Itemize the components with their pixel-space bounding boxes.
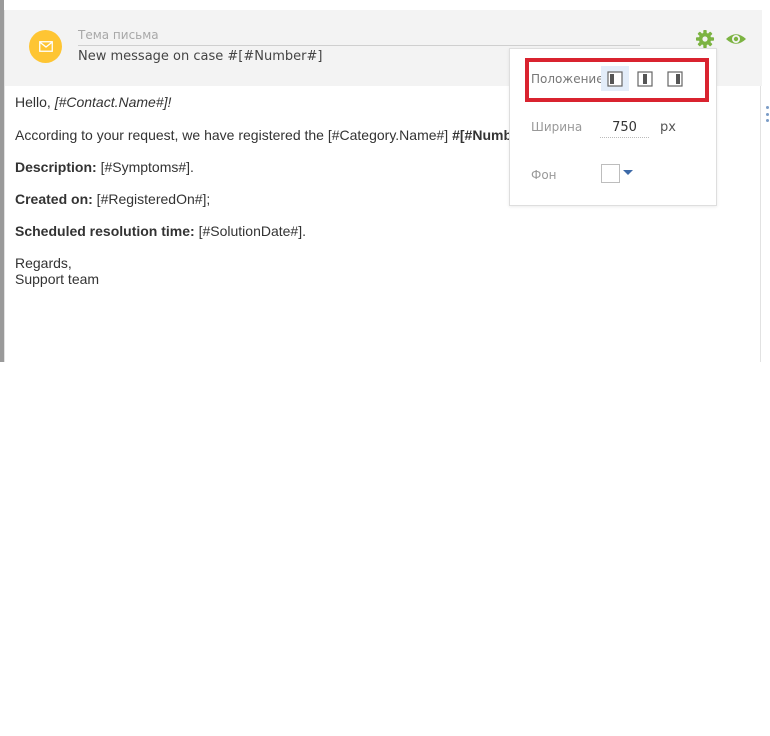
created-label: Created on: xyxy=(15,191,93,207)
chevron-down-icon[interactable] xyxy=(623,170,633,175)
subject-underline xyxy=(78,45,640,46)
width-unit-label: px xyxy=(660,120,676,135)
intro-line: According to your request, we have regis… xyxy=(15,127,512,143)
background-color-swatch[interactable] xyxy=(601,164,620,183)
greeting-text: Hello, xyxy=(15,94,55,110)
drag-dot xyxy=(766,106,769,109)
width-label: Ширина xyxy=(531,120,583,134)
signature-line: Support team xyxy=(15,271,100,287)
scheduled-value: [#SolutionDate#]. xyxy=(194,223,306,239)
created-line: Created on: [#RegisteredOn#]; xyxy=(15,191,210,207)
subject-input[interactable]: New message on case #[#Number#] xyxy=(78,49,322,64)
drag-dot xyxy=(766,112,769,116)
description-label: Description: xyxy=(15,159,97,175)
envelope-icon xyxy=(29,30,62,63)
background-label: Фон xyxy=(531,168,557,182)
description-value: [#Symptoms#]. xyxy=(96,159,194,175)
intro-text: According to your request, we have regis… xyxy=(15,127,453,143)
drag-handle[interactable] xyxy=(766,106,770,122)
drag-dot xyxy=(766,119,769,122)
gear-icon[interactable] xyxy=(695,29,715,49)
position-highlight-box xyxy=(525,58,709,102)
created-value: [#RegisteredOn#]; xyxy=(92,191,211,207)
scheduled-line: Scheduled resolution time: [#SolutionDat… xyxy=(15,223,306,239)
greeting-line: Hello, [#Contact.Name#]! xyxy=(15,94,171,110)
description-line: Description: [#Symptoms#]. xyxy=(15,159,194,175)
scheduled-label: Scheduled resolution time: xyxy=(15,223,195,239)
width-input[interactable] xyxy=(600,117,649,138)
contact-name-macro: [#Contact.Name#]! xyxy=(54,94,172,110)
case-number-macro: #[#Numb xyxy=(452,127,512,143)
eye-icon[interactable] xyxy=(725,29,747,49)
regards-line: Regards, xyxy=(15,255,72,271)
subject-label: Тема письма xyxy=(78,28,159,42)
